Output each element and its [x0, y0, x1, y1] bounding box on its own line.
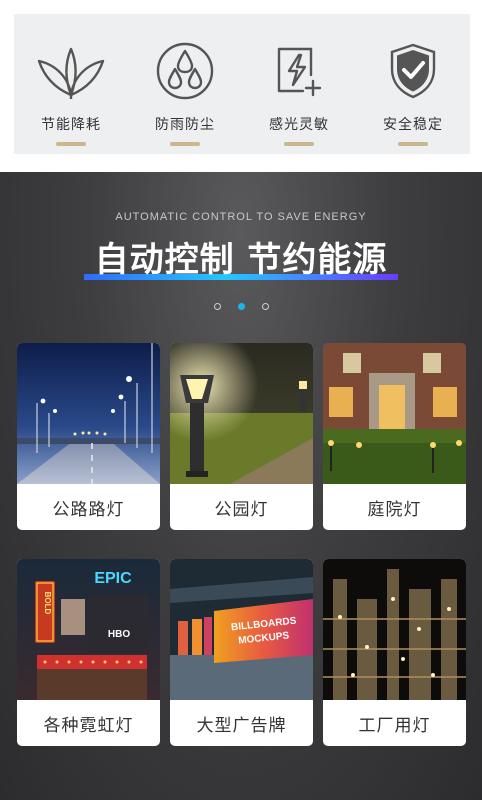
neon-epic-text: EPIC — [94, 570, 132, 587]
highway-lights-image — [17, 343, 160, 484]
water-drops-icon — [149, 40, 221, 102]
card-label: 各种霓虹灯 — [43, 715, 134, 736]
feature-label: 防雨防尘 — [155, 117, 215, 133]
card-label: 公园灯 — [214, 499, 269, 520]
carousel-indicator — [0, 303, 482, 310]
feature-safety: 安全稳定 — [363, 40, 463, 146]
application-section: AUTOMATIC CONTROL TO SAVE ENERGY 自动控制 节约… — [0, 172, 482, 800]
neon-bold-text: BOLD — [43, 592, 52, 615]
carousel-dot-active[interactable] — [237, 303, 245, 310]
park-light-image — [170, 343, 313, 484]
feature-accent-bar — [398, 142, 428, 146]
section-subtitle: AUTOMATIC CONTROL TO SAVE ENERGY — [115, 211, 367, 223]
card-neon-light[interactable]: BOLD EPIC HBO 各种霓虹灯 — [17, 559, 160, 746]
card-park-light[interactable]: 公园灯 — [170, 343, 313, 530]
neon-hbo-text: HBO — [108, 629, 130, 640]
card-courtyard-light[interactable]: 庭院灯 — [323, 343, 466, 530]
leaf-icon — [35, 40, 107, 102]
card-highway-light[interactable]: 公路路灯 — [17, 343, 160, 530]
card-label: 大型广告牌 — [196, 715, 287, 736]
feature-light-sensor: 感光灵敏 — [249, 40, 349, 146]
feature-strip: 节能降耗 防雨防尘 感光灵敏 安全稳定 — [14, 14, 470, 154]
feature-accent-bar — [56, 142, 86, 146]
card-label: 工厂用灯 — [358, 715, 431, 736]
feature-waterproof: 防雨防尘 — [135, 40, 235, 146]
card-label: 公路路灯 — [52, 499, 125, 520]
factory-lights-image — [323, 559, 466, 700]
feature-label: 安全稳定 — [383, 117, 443, 133]
feature-accent-bar — [284, 142, 314, 146]
feature-label: 感光灵敏 — [269, 117, 329, 133]
courtyard-light-image — [323, 343, 466, 484]
billboard-image: BILLBOARDS MOCKUPS — [170, 559, 313, 700]
carousel-dot[interactable] — [213, 303, 221, 310]
card-factory-light[interactable]: 工厂用灯 — [323, 559, 466, 746]
feature-accent-bar — [170, 142, 200, 146]
shield-check-icon — [377, 40, 449, 102]
card-label: 庭院灯 — [367, 499, 422, 520]
carousel-dot[interactable] — [261, 303, 269, 310]
card-billboard-light[interactable]: BILLBOARDS MOCKUPS 大型广告牌 — [170, 559, 313, 746]
feature-label: 节能降耗 — [41, 117, 101, 133]
feature-energy-saving: 节能降耗 — [21, 40, 121, 146]
sensor-lightning-icon — [263, 40, 335, 102]
neon-signs-image: BOLD EPIC HBO — [17, 559, 160, 700]
section-headline: 自动控制 节约能源 — [94, 240, 388, 280]
